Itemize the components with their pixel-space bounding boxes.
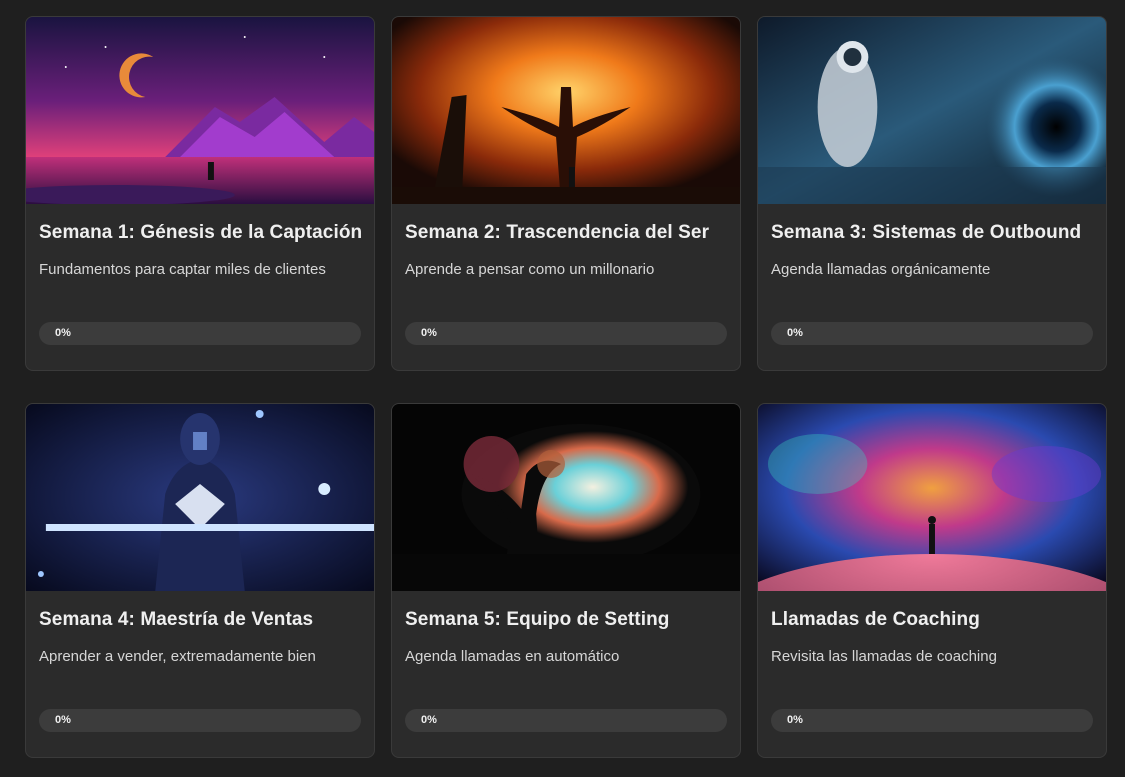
progress-label: 0% [787,327,803,339]
course-title: Semana 2: Trascendencia del Ser [405,222,710,243]
course-thumbnail-neon-mountains [26,17,374,204]
course-title: Semana 4: Maestría de Ventas [39,609,314,630]
course-title: Llamadas de Coaching [771,609,980,630]
progress-label: 0% [421,714,437,726]
course-progress-bar: 0% [771,709,1093,732]
progress-label: 0% [55,327,71,339]
course-card[interactable]: Semana 4: Maestría de Ventas Aprender a … [25,403,375,758]
course-title: Semana 5: Equipo de Setting [405,609,670,630]
course-thumbnail-fantasy-vista [392,404,740,591]
course-thumbnail-astronaut-vortex [758,17,1106,204]
course-card[interactable]: Semana 2: Trascendencia del Ser Aprende … [391,16,741,371]
course-description: Agenda llamadas en automático [405,648,620,665]
course-progress-bar: 0% [405,709,727,732]
course-card[interactable]: Llamadas de Coaching Revisita las llamad… [757,403,1107,758]
course-description: Fundamentos para captar miles de cliente… [39,261,326,278]
course-grid: Semana 1: Génesis de la Captación Fundam… [0,0,1125,777]
course-card[interactable]: Semana 5: Equipo de Setting Agenda llama… [391,403,741,758]
progress-label: 0% [787,714,803,726]
progress-label: 0% [55,714,71,726]
course-description: Revisita las llamadas de coaching [771,648,997,665]
course-thumbnail-burning-tree [392,17,740,204]
progress-label: 0% [421,327,437,339]
course-thumbnail-armored-knight [26,404,374,591]
course-description: Aprende a pensar como un millonario [405,261,655,278]
course-title: Semana 1: Génesis de la Captación [39,222,363,243]
course-progress-bar: 0% [39,709,361,732]
course-description: Aprender a vender, extremadamente bien [39,648,316,665]
course-card[interactable]: Semana 3: Sistemas de Outbound Agenda ll… [757,16,1107,371]
course-progress-bar: 0% [405,322,727,345]
course-progress-bar: 0% [771,322,1093,345]
course-card[interactable]: Semana 1: Génesis de la Captación Fundam… [25,16,375,371]
course-description: Agenda llamadas orgánicamente [771,261,991,278]
course-title: Semana 3: Sistemas de Outbound [771,222,1082,243]
course-thumbnail-cosmic-nebula [758,404,1106,591]
course-progress-bar: 0% [39,322,361,345]
